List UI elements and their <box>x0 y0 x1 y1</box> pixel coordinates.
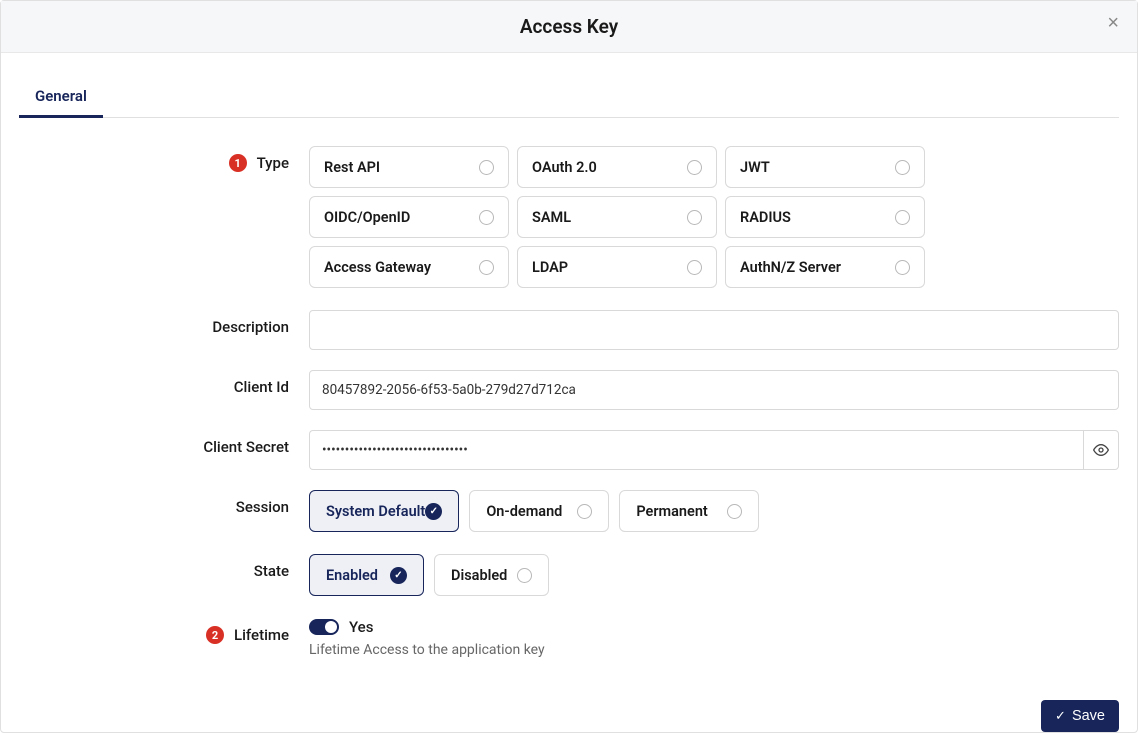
radio-icon <box>479 210 494 225</box>
check-icon: ✓ <box>425 503 442 520</box>
type-option-access-gateway[interactable]: Access Gateway <box>309 246 509 288</box>
session-option-permanent[interactable]: Permanent <box>619 490 759 532</box>
radio-icon <box>479 260 494 275</box>
session-options: System Default ✓ On-demand Permanent <box>309 490 1119 532</box>
save-button[interactable]: ✓ Save <box>1041 700 1119 732</box>
access-key-modal: Access Key × General 1 Type Rest API <box>0 0 1138 733</box>
label-state: State <box>19 554 309 580</box>
client-id-input[interactable] <box>309 370 1119 410</box>
tab-general[interactable]: General <box>19 77 103 118</box>
radio-icon <box>577 504 592 519</box>
label-client-id-text: Client Id <box>234 378 289 396</box>
type-option-label: Rest API <box>324 159 380 176</box>
row-description: Description <box>19 310 1119 350</box>
label-lifetime-text: Lifetime <box>234 626 289 644</box>
lifetime-help-text: Lifetime Access to the application key <box>309 642 1119 658</box>
label-client-id: Client Id <box>19 370 309 396</box>
badge-2: 2 <box>206 626 224 644</box>
control-state: Enabled ✓ Disabled <box>309 554 1119 596</box>
lifetime-toggle-text: Yes <box>349 618 373 636</box>
label-lifetime: 2 Lifetime <box>19 618 309 644</box>
radio-icon <box>479 160 494 175</box>
session-option-label: System Default <box>326 503 425 520</box>
modal-header: Access Key × <box>1 1 1137 53</box>
type-option-label: RADIUS <box>740 209 791 226</box>
state-option-disabled[interactable]: Disabled <box>434 554 549 596</box>
radio-icon <box>727 504 742 519</box>
form: 1 Type Rest API OAuth 2.0 <box>19 118 1119 680</box>
radio-icon <box>687 260 702 275</box>
type-option-oauth[interactable]: OAuth 2.0 <box>517 146 717 188</box>
type-option-radius[interactable]: RADIUS <box>725 196 925 238</box>
lifetime-toggle-line: Yes <box>309 618 1119 636</box>
type-option-label: OIDC/OpenID <box>324 209 410 226</box>
type-option-label: Access Gateway <box>324 259 431 276</box>
control-lifetime: Yes Lifetime Access to the application k… <box>309 618 1119 658</box>
control-type: Rest API OAuth 2.0 JWT OIDC/OpenID <box>309 146 1119 288</box>
state-option-enabled[interactable]: Enabled ✓ <box>309 554 424 596</box>
type-option-rest-api[interactable]: Rest API <box>309 146 509 188</box>
state-option-label: Disabled <box>451 567 507 584</box>
type-options-grid: Rest API OAuth 2.0 JWT OIDC/OpenID <box>309 146 1119 288</box>
type-option-label: JWT <box>740 159 770 176</box>
control-client-secret <box>309 430 1119 470</box>
row-session: Session System Default ✓ On-demand <box>19 490 1119 532</box>
radio-icon <box>895 160 910 175</box>
save-button-label: Save <box>1072 708 1105 724</box>
label-type-text: Type <box>257 154 289 172</box>
label-description-text: Description <box>212 318 289 336</box>
state-option-label: Enabled <box>326 567 378 584</box>
modal-footer: ✓ Save <box>19 680 1119 732</box>
type-option-label: OAuth 2.0 <box>532 159 597 176</box>
type-option-authnz[interactable]: AuthN/Z Server <box>725 246 925 288</box>
session-option-label: Permanent <box>636 503 708 520</box>
radio-icon <box>517 568 532 583</box>
check-icon: ✓ <box>1055 708 1066 724</box>
radio-icon <box>687 160 702 175</box>
label-session: Session <box>19 490 309 516</box>
row-client-secret: Client Secret <box>19 430 1119 470</box>
label-session-text: Session <box>236 498 289 516</box>
label-client-secret-text: Client Secret <box>203 438 289 456</box>
client-secret-input[interactable] <box>309 430 1083 470</box>
type-option-label: AuthN/Z Server <box>740 259 841 276</box>
type-option-oidc[interactable]: OIDC/OpenID <box>309 196 509 238</box>
tab-bar: General <box>19 77 1119 118</box>
description-input[interactable] <box>309 310 1119 350</box>
modal-body: General 1 Type Rest API OAuth 2.0 <box>1 53 1137 732</box>
session-option-on-demand[interactable]: On-demand <box>469 490 609 532</box>
radio-icon <box>895 260 910 275</box>
control-session: System Default ✓ On-demand Permanent <box>309 490 1119 532</box>
session-option-system-default[interactable]: System Default ✓ <box>309 490 459 532</box>
close-icon[interactable]: × <box>1107 13 1119 33</box>
label-type: 1 Type <box>19 146 309 172</box>
radio-icon <box>895 210 910 225</box>
row-lifetime: 2 Lifetime Yes Lifetime Access to the ap… <box>19 618 1119 658</box>
type-option-jwt[interactable]: JWT <box>725 146 925 188</box>
check-icon: ✓ <box>390 567 407 584</box>
label-state-text: State <box>254 562 289 580</box>
type-option-ldap[interactable]: LDAP <box>517 246 717 288</box>
lifetime-toggle[interactable] <box>309 619 339 635</box>
row-client-id: Client Id <box>19 370 1119 410</box>
label-client-secret: Client Secret <box>19 430 309 456</box>
control-description <box>309 310 1119 350</box>
session-option-label: On-demand <box>486 503 562 520</box>
state-options: Enabled ✓ Disabled <box>309 554 1119 596</box>
label-description: Description <box>19 310 309 336</box>
control-client-id <box>309 370 1119 410</box>
eye-icon <box>1093 442 1109 458</box>
row-type: 1 Type Rest API OAuth 2.0 <box>19 146 1119 288</box>
reveal-secret-button[interactable] <box>1083 430 1119 470</box>
badge-1: 1 <box>229 154 247 172</box>
modal-title: Access Key <box>21 15 1117 38</box>
row-state: State Enabled ✓ Disabled <box>19 554 1119 596</box>
type-option-saml[interactable]: SAML <box>517 196 717 238</box>
type-option-label: SAML <box>532 209 571 226</box>
radio-icon <box>687 210 702 225</box>
type-option-label: LDAP <box>532 259 568 276</box>
